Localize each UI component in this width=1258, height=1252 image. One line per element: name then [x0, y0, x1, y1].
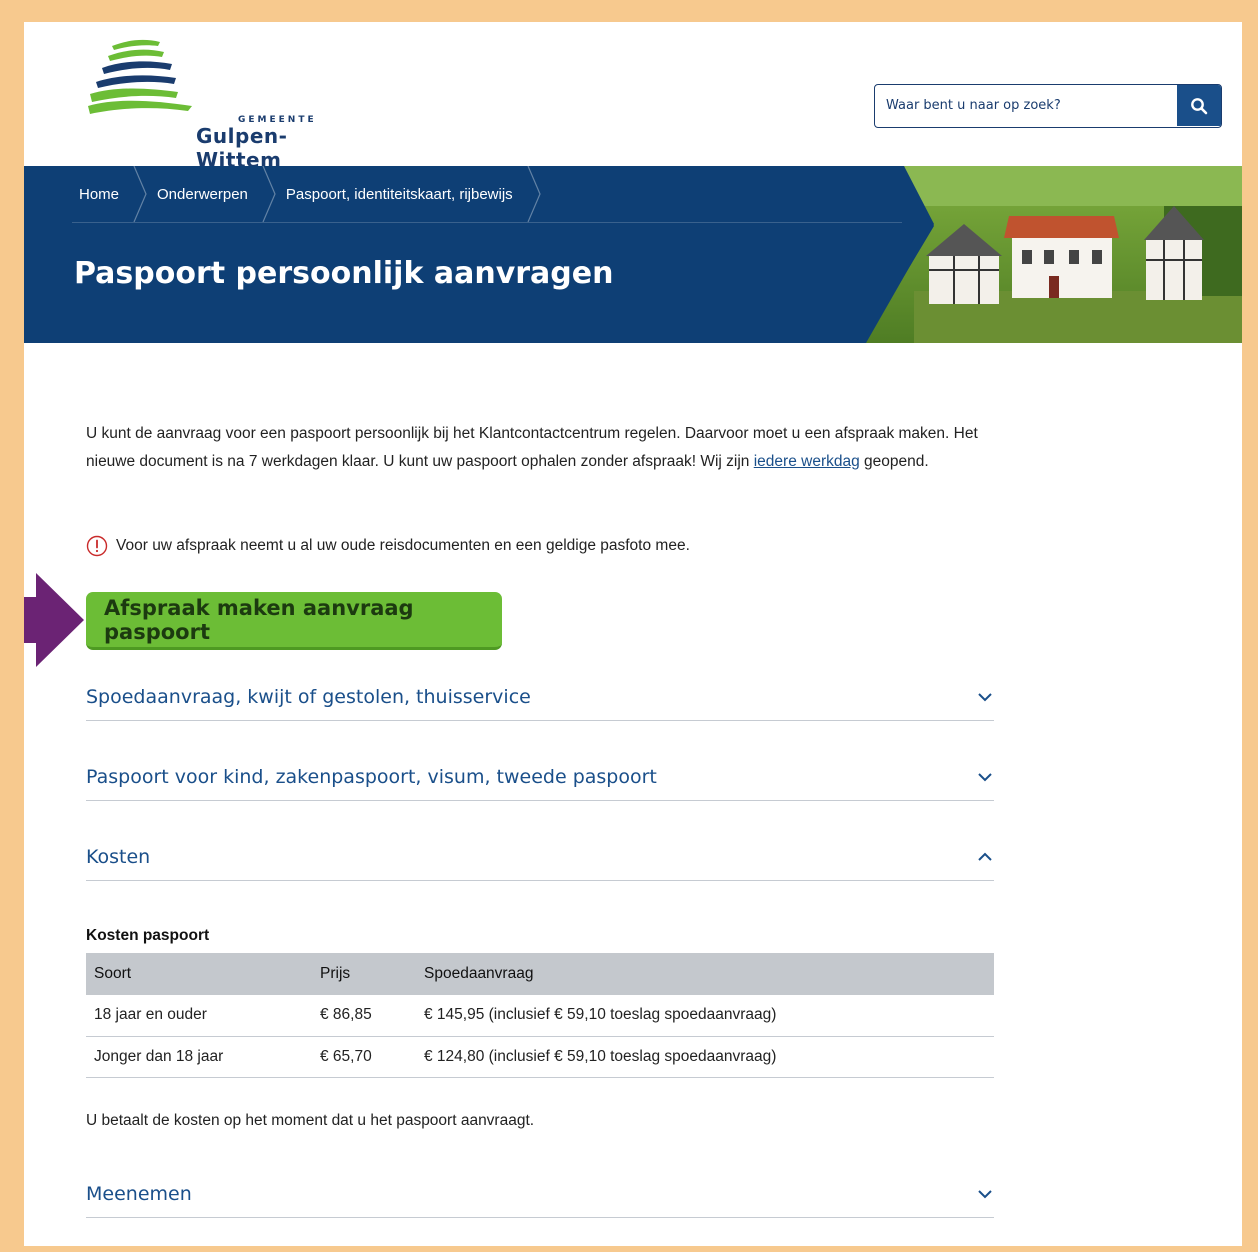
chevron-separator-icon [133, 166, 147, 222]
chevron-down-icon [978, 693, 992, 702]
breadcrumb: Home Onderwerpen Paspoort, identiteitska… [79, 166, 551, 222]
accordion-title: Kosten [86, 846, 151, 868]
breadcrumb-home-label: Home [79, 185, 120, 203]
breadcrumb-paspoort-label: Paspoort, identiteitskaart, rijbewijs [285, 185, 513, 203]
breadcrumb-onderwerpen[interactable]: Onderwerpen [157, 166, 286, 222]
chevron-up-icon [978, 852, 992, 861]
payment-note: U betaalt de kosten op het moment dat u … [86, 1112, 535, 1129]
costs-table: Soort Prijs Spoedaanvraag 18 jaar en oud… [86, 953, 994, 1078]
search-input[interactable] [875, 85, 1177, 126]
werkdag-link[interactable]: iedere werkdag [754, 453, 860, 470]
page: GEMEENTE Gulpen-Wittem Waar bent u naar … [24, 22, 1242, 1246]
column-header: Soort [86, 953, 312, 995]
accordion-title: Meenemen [86, 1183, 192, 1205]
breadcrumb-paspoort[interactable]: Paspoort, identiteitskaart, rijbewijs [286, 166, 551, 222]
municipality-logo[interactable]: GEMEENTE Gulpen-Wittem [82, 36, 314, 172]
intro-text-end: geopend. [859, 453, 929, 470]
chevron-down-icon [978, 773, 992, 782]
breadcrumb-divider [72, 222, 902, 223]
table-cell: € 65,70 [312, 1036, 416, 1078]
logo-name-text: Gulpen-Wittem [196, 124, 288, 172]
accordion-title: Spoedaanvraag, kwijt of gestolen, thuiss… [86, 686, 531, 708]
accordion-spoedaanvraag[interactable]: Spoedaanvraag, kwijt of gestolen, thuiss… [86, 641, 994, 721]
breadcrumb-onderwerpen-label: Onderwerpen [157, 185, 248, 203]
column-header: Prijs [312, 953, 416, 995]
warning-icon [86, 535, 108, 557]
table-row: Jonger dan 18 jaar € 65,70 € 124,80 (inc… [86, 1036, 994, 1078]
costs-section: Kosten paspoort Soort Prijs Spoedaanvraa… [86, 927, 994, 1078]
search-icon [1191, 97, 1208, 114]
search-button[interactable] [1177, 85, 1221, 126]
main-content: U kunt de aanvraag voor een paspoort per… [86, 420, 996, 557]
table-row: 18 jaar en ouder € 86,85 € 145,95 (inclu… [86, 995, 994, 1037]
intro-paragraph: U kunt de aanvraag voor een paspoort per… [86, 420, 986, 476]
table-cell: € 145,95 (inclusief € 59,10 toeslag spoe… [416, 995, 994, 1037]
logo-swoosh-icon [88, 39, 192, 114]
accordion-kosten[interactable]: Kosten [86, 801, 994, 881]
breadcrumb-home[interactable]: Home [79, 166, 157, 222]
page-title: Paspoort persoonlijk aanvragen [74, 256, 614, 291]
accordion-title: Paspoort voor kind, zakenpaspoort, visum… [86, 766, 657, 788]
costs-caption: Kosten paspoort [86, 927, 210, 944]
notice: Voor uw afspraak neemt u al uw oude reis… [86, 535, 690, 557]
accordion-meenemen[interactable]: Meenemen [86, 1138, 994, 1218]
accordion-paspoort-kind[interactable]: Paspoort voor kind, zakenpaspoort, visum… [86, 721, 994, 801]
chevron-down-icon [978, 1190, 992, 1199]
hero-banner: Home Onderwerpen Paspoort, identiteitska… [24, 166, 1242, 343]
chevron-separator-icon [262, 166, 276, 222]
table-cell: Jonger dan 18 jaar [86, 1036, 312, 1078]
table-cell: € 86,85 [312, 995, 416, 1037]
notice-text: Voor uw afspraak neemt u al uw oude reis… [116, 537, 690, 554]
search-box [874, 84, 1222, 128]
table-cell: € 124,80 (inclusief € 59,10 toeslag spoe… [416, 1036, 994, 1078]
column-header: Spoedaanvraag [416, 953, 994, 995]
table-cell: 18 jaar en ouder [86, 995, 312, 1037]
chevron-separator-icon [527, 166, 541, 222]
table-header-row: Soort Prijs Spoedaanvraag [86, 953, 994, 995]
site-header: GEMEENTE Gulpen-Wittem [24, 22, 1242, 172]
